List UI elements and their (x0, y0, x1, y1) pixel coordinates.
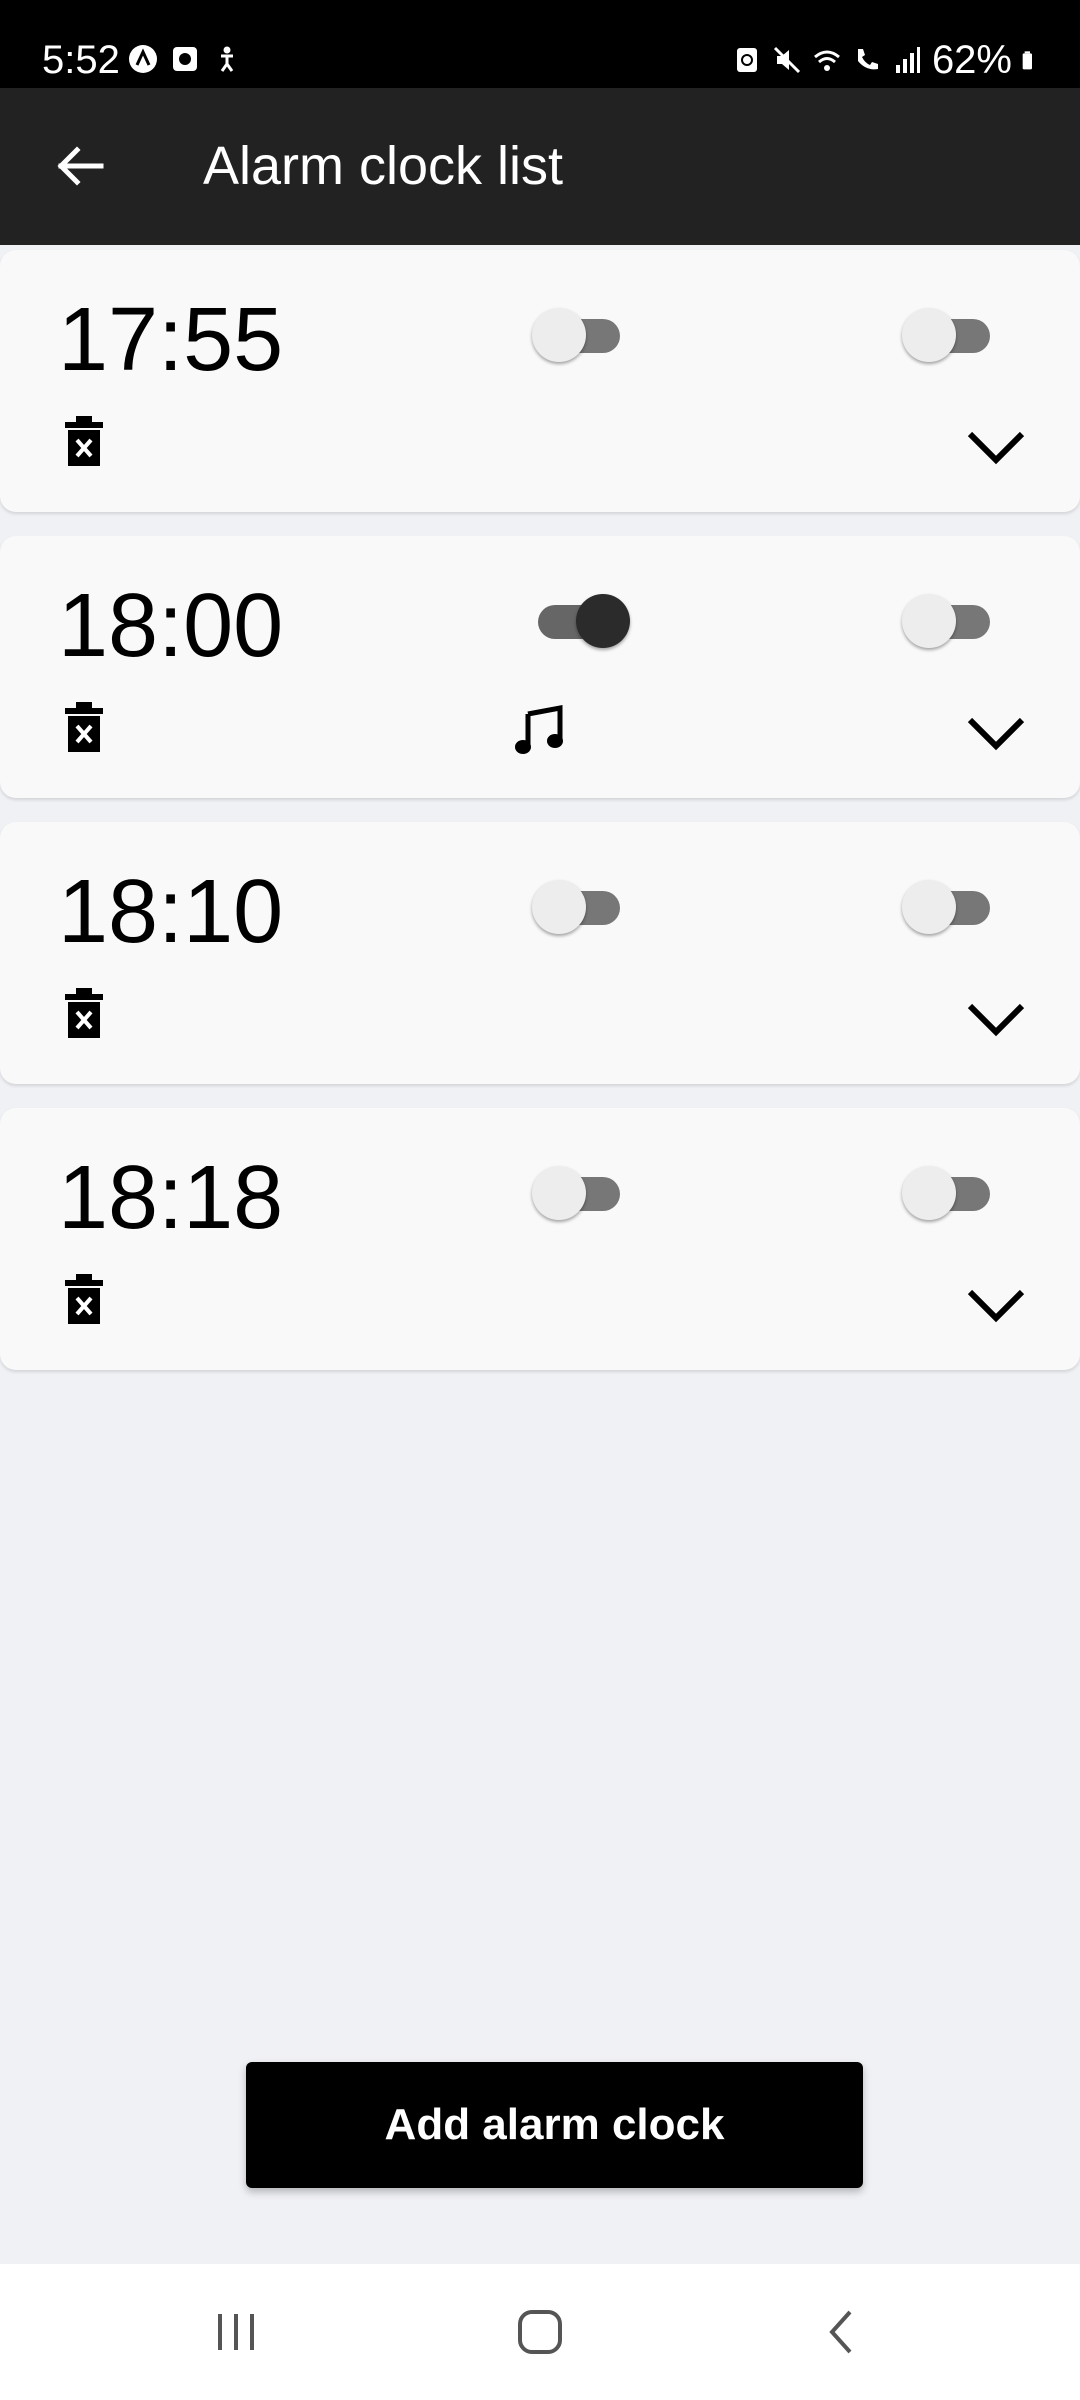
alarm-time[interactable]: 17:55 (58, 290, 283, 390)
alarm-card: 18:18 (0, 1108, 1080, 1370)
arrow-left-icon (57, 146, 104, 186)
alarm-time[interactable]: 18:10 (58, 862, 283, 962)
home-button[interactable] (500, 2292, 580, 2372)
screen-record-icon (173, 47, 197, 71)
alarm-secondary-toggle[interactable] (900, 874, 996, 934)
delete-icon[interactable] (64, 415, 104, 467)
alarm-time[interactable]: 18:00 (58, 576, 283, 676)
chevron-left-icon (829, 2310, 852, 2354)
recents-icon (218, 2314, 254, 2350)
status-right-icons: 62% (732, 36, 1042, 84)
recents-button[interactable] (196, 2292, 276, 2372)
chevron-down-icon[interactable] (964, 998, 1028, 1042)
sync-icon (736, 48, 757, 72)
wifi-calling-icon (857, 49, 878, 70)
status-time: 5:52 (42, 38, 120, 82)
alarm-card: 17:55 (0, 250, 1080, 512)
battery-icon (1022, 51, 1032, 70)
page-title: Alarm clock list (203, 136, 564, 196)
accessibility-icon (220, 46, 234, 72)
music-note-icon (515, 704, 563, 754)
alarm-enable-toggle[interactable] (530, 874, 626, 934)
alarm-time[interactable]: 18:18 (58, 1148, 283, 1248)
alarm-secondary-toggle[interactable] (900, 588, 996, 648)
app-bar: Alarm clock list (0, 88, 1080, 245)
home-icon (518, 2310, 562, 2354)
chevron-down-icon[interactable] (964, 426, 1028, 470)
wifi-icon (813, 50, 840, 71)
nav-back-button[interactable] (800, 2292, 880, 2372)
add-alarm-button[interactable]: Add alarm clock (246, 2062, 863, 2188)
launcher-icon (129, 45, 157, 73)
navigation-bar (0, 2264, 1080, 2400)
alarm-secondary-toggle[interactable] (900, 1160, 996, 1220)
chevron-down-icon[interactable] (964, 1284, 1028, 1328)
status-left-icons (128, 44, 242, 74)
delete-icon[interactable] (64, 701, 104, 753)
mute-icon (773, 46, 800, 74)
delete-icon[interactable] (64, 987, 104, 1039)
alarm-card: 18:00 (0, 536, 1080, 798)
alarm-card: 18:10 (0, 822, 1080, 1084)
alarm-secondary-toggle[interactable] (900, 302, 996, 362)
back-button[interactable] (40, 134, 120, 198)
alarm-enable-toggle[interactable] (530, 302, 626, 362)
chevron-down-icon[interactable] (964, 712, 1028, 756)
alarm-list: 17:55 18:00 18:10 18:18 (0, 250, 1080, 1394)
signal-icon (895, 47, 920, 73)
status-bar: 5:52 62% (0, 0, 1080, 88)
battery-percent: 62% (931, 38, 1012, 82)
delete-icon[interactable] (64, 1273, 104, 1325)
alarm-enable-toggle[interactable] (530, 588, 630, 648)
alarm-enable-toggle[interactable] (530, 1160, 626, 1220)
